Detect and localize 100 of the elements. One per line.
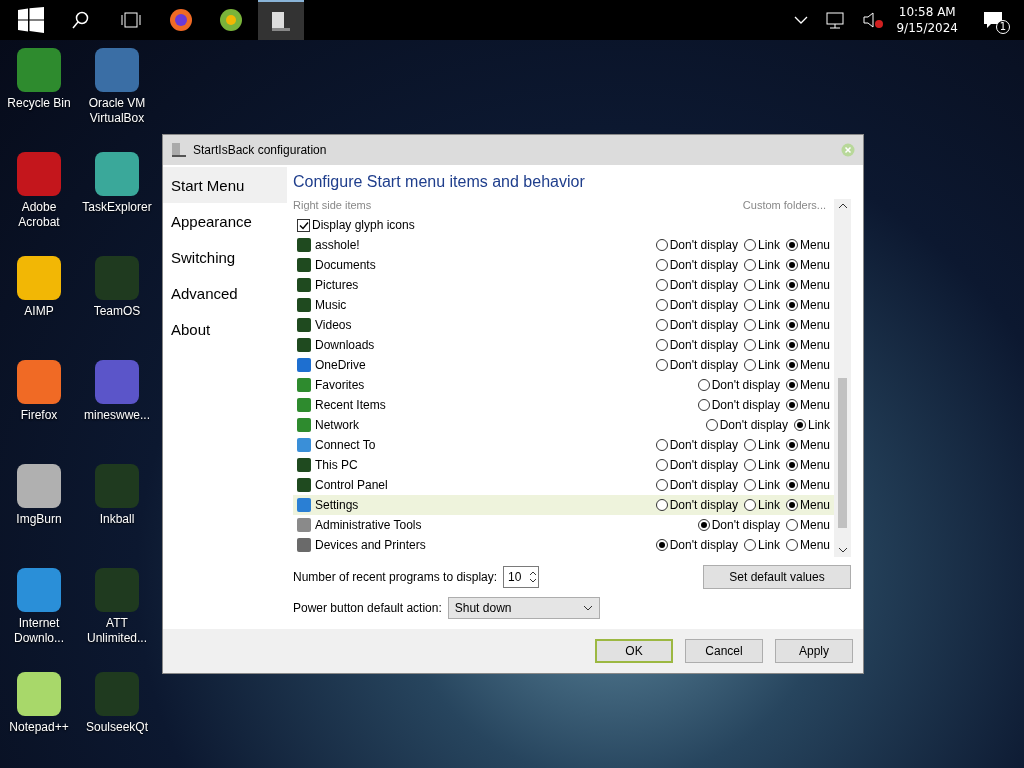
desktop-icon[interactable]: TaskExplorer: [78, 152, 156, 256]
radio-button[interactable]: [743, 459, 756, 471]
radio-option[interactable]: Menu: [785, 358, 830, 372]
desktop-icon[interactable]: ImgBurn: [0, 464, 78, 568]
radio-button[interactable]: [743, 539, 756, 551]
clock[interactable]: 10:58 AM 9/15/2024: [888, 4, 966, 36]
checkbox-option[interactable]: Display glyph icons: [297, 218, 415, 232]
radio-option[interactable]: Menu: [785, 238, 830, 252]
radio-button[interactable]: [785, 499, 798, 511]
desktop-icon[interactable]: SoulseekQt: [78, 672, 156, 768]
scroll-thumb[interactable]: [838, 378, 847, 528]
nav-tab[interactable]: Start Menu: [163, 167, 287, 203]
radio-option[interactable]: Don't display: [697, 378, 780, 392]
radio-option[interactable]: Link: [743, 358, 780, 372]
radio-button[interactable]: [785, 539, 798, 551]
radio-button[interactable]: [785, 339, 798, 351]
scrollbar[interactable]: [834, 199, 851, 557]
radio-button[interactable]: [655, 279, 668, 291]
desktop-icon[interactable]: Oracle VM VirtualBox: [78, 48, 156, 152]
radio-button[interactable]: [743, 259, 756, 271]
radio-option[interactable]: Don't display: [655, 238, 738, 252]
radio-button[interactable]: [655, 499, 668, 511]
taskbar-app[interactable]: [258, 0, 304, 40]
radio-button[interactable]: [785, 379, 798, 391]
radio-option[interactable]: Don't display: [655, 298, 738, 312]
radio-option[interactable]: Don't display: [655, 258, 738, 272]
radio-option[interactable]: Menu: [785, 378, 830, 392]
radio-button[interactable]: [743, 479, 756, 491]
radio-button[interactable]: [785, 239, 798, 251]
radio-option[interactable]: Link: [743, 498, 780, 512]
radio-button[interactable]: [655, 479, 668, 491]
radio-button[interactable]: [697, 399, 710, 411]
radio-button[interactable]: [655, 439, 668, 451]
radio-button[interactable]: [785, 279, 798, 291]
radio-button[interactable]: [743, 339, 756, 351]
desktop-icon[interactable]: mineswwe...: [78, 360, 156, 464]
desktop-icon[interactable]: Firefox: [0, 360, 78, 464]
radio-option[interactable]: Don't display: [655, 458, 738, 472]
nav-tab[interactable]: Advanced: [163, 275, 287, 311]
radio-button[interactable]: [655, 539, 668, 551]
radio-button[interactable]: [743, 319, 756, 331]
desktop-icon[interactable]: Internet Downlo...: [0, 568, 78, 672]
radio-button[interactable]: [655, 319, 668, 331]
radio-option[interactable]: Menu: [785, 438, 830, 452]
radio-option[interactable]: Don't display: [655, 278, 738, 292]
radio-option[interactable]: Menu: [785, 258, 830, 272]
radio-button[interactable]: [655, 299, 668, 311]
radio-option[interactable]: Menu: [785, 538, 830, 552]
radio-option[interactable]: Don't display: [697, 398, 780, 412]
radio-option[interactable]: Menu: [785, 298, 830, 312]
notification-button[interactable]: 1: [970, 0, 1016, 40]
radio-button[interactable]: [697, 519, 710, 531]
radio-button[interactable]: [743, 239, 756, 251]
radio-option[interactable]: Menu: [785, 478, 830, 492]
radio-option[interactable]: Menu: [785, 318, 830, 332]
desktop-icon[interactable]: TeamOS: [78, 256, 156, 360]
dialog-button[interactable]: Cancel: [685, 639, 763, 663]
radio-button[interactable]: [785, 359, 798, 371]
radio-option[interactable]: Don't display: [655, 318, 738, 332]
radio-option[interactable]: Link: [743, 338, 780, 352]
desktop-icon[interactable]: ATT Unlimited...: [78, 568, 156, 672]
radio-button[interactable]: [785, 299, 798, 311]
radio-button[interactable]: [785, 459, 798, 471]
desktop-icon[interactable]: Notepad++: [0, 672, 78, 768]
radio-option[interactable]: Link: [743, 318, 780, 332]
nav-tab[interactable]: Appearance: [163, 203, 287, 239]
radio-option[interactable]: Menu: [785, 278, 830, 292]
radio-button[interactable]: [655, 339, 668, 351]
set-defaults-button[interactable]: Set default values: [703, 565, 851, 589]
radio-option[interactable]: Menu: [785, 398, 830, 412]
radio-option[interactable]: Link: [743, 238, 780, 252]
radio-option[interactable]: Link: [743, 278, 780, 292]
radio-button[interactable]: [785, 439, 798, 451]
radio-button[interactable]: [655, 259, 668, 271]
radio-option[interactable]: Link: [743, 538, 780, 552]
radio-button[interactable]: [655, 359, 668, 371]
radio-option[interactable]: Don't display: [655, 478, 738, 492]
radio-button[interactable]: [697, 379, 710, 391]
power-action-dropdown[interactable]: Shut down: [447, 597, 600, 619]
radio-button[interactable]: [785, 399, 798, 411]
dialog-button[interactable]: Apply: [775, 639, 853, 663]
radio-button[interactable]: [743, 359, 756, 371]
radio-button[interactable]: [785, 519, 798, 531]
desktop-icon[interactable]: AIMP: [0, 256, 78, 360]
radio-option[interactable]: Don't display: [655, 358, 738, 372]
desktop-icon[interactable]: Inkball: [78, 464, 156, 568]
dialog-button[interactable]: OK: [595, 639, 673, 663]
radio-button[interactable]: [655, 239, 668, 251]
radio-option[interactable]: Don't display: [697, 518, 780, 532]
radio-button[interactable]: [743, 439, 756, 451]
radio-option[interactable]: Link: [743, 478, 780, 492]
nav-tab[interactable]: About: [163, 311, 287, 347]
radio-option[interactable]: Menu: [785, 458, 830, 472]
radio-button[interactable]: [785, 479, 798, 491]
radio-option[interactable]: Link: [743, 298, 780, 312]
radio-button[interactable]: [743, 499, 756, 511]
radio-option[interactable]: Don't display: [655, 338, 738, 352]
radio-option[interactable]: Link: [743, 458, 780, 472]
radio-button[interactable]: [655, 459, 668, 471]
radio-button[interactable]: [743, 299, 756, 311]
